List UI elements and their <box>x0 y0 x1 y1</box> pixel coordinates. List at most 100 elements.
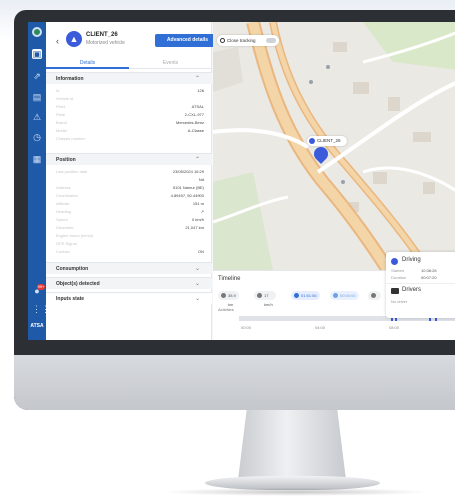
apps-grid-icon[interactable]: ⋮⋮ <box>32 304 50 314</box>
hour-tick: 04:00 <box>315 325 326 330</box>
vehicle-map-label-text: CLIENT_26 <box>317 138 341 143</box>
clock-icon <box>294 293 299 298</box>
drivers-title: Drivers <box>402 287 421 293</box>
detail-row-value: ATSAL <box>191 104 204 109</box>
detail-row-value: 23/05/2024 16:29 <box>172 169 204 174</box>
close-tracking-toggle[interactable]: Close tracking <box>217 35 279 46</box>
detail-row-value: Nd <box>198 177 204 182</box>
chevron-down-icon: ⌄ <box>194 296 200 302</box>
section-position-title: Position <box>56 157 76 163</box>
routes-nav-icon[interactable]: ⇗ <box>32 71 42 81</box>
toggle-switch[interactable] <box>266 38 276 43</box>
detail-row: Brand Mercedes-Benz <box>56 120 204 126</box>
reports-nav-icon[interactable]: ▤ <box>32 92 42 102</box>
section-consumption[interactable]: Consumption ⌄ <box>46 262 212 274</box>
detail-row-value: Mercedes-Benz <box>175 120 204 125</box>
chevron-down-icon: ⌄ <box>194 266 200 272</box>
section-inputs-title: Inputs state <box>56 296 85 302</box>
detail-row-key: Coordinates <box>56 193 78 198</box>
brand-logo: ATSA <box>30 323 44 329</box>
speed-icon <box>257 293 262 298</box>
idle-time-chip[interactable]: 00:00:00 <box>330 291 359 300</box>
panel-tabs: Details Events <box>46 57 212 69</box>
vehicles-nav-icon[interactable]: ▣ <box>32 49 42 59</box>
tab-details[interactable]: Details <box>46 57 129 69</box>
map-view[interactable]: Close tracking CLIENT_26 <box>213 22 455 270</box>
detail-row-key: Engine hours (h/min) <box>56 233 94 238</box>
detail-row-key: Plate <box>56 112 66 117</box>
hour-tick: 08:00 <box>389 325 400 330</box>
history-nav-icon[interactable]: ◷ <box>32 132 42 142</box>
chevron-up-icon: ⌃ <box>194 157 200 163</box>
stop-chip[interactable] <box>368 291 381 300</box>
app-screen: ▣ ⇗ ▤ ⚠ ◷ ▦ ● 99+ ⋮⋮ ATSA ‹ ▲ CLIENT_26 … <box>28 22 455 340</box>
detail-row-value: 4.89497, 50.44900 <box>170 193 204 198</box>
detail-row: Chassis number <box>56 136 204 142</box>
detail-row: Contact ON <box>56 249 204 255</box>
driving-time-chip[interactable]: 01:51:56 <box>291 291 320 300</box>
detail-row: Speed 0 km/h <box>56 217 204 223</box>
detail-row-value: 0 km/h <box>191 217 204 222</box>
divider <box>386 283 455 284</box>
monitor-stand-neck <box>238 410 346 480</box>
detail-row-key: Model <box>56 128 67 133</box>
detail-row: GPS Signal <box>56 241 204 247</box>
notifications-badge: 99+ <box>37 284 45 290</box>
section-consumption-title: Consumption <box>56 266 89 272</box>
detail-row: Heading ↗ <box>56 209 204 215</box>
activities-label: Activities <box>218 307 234 312</box>
section-objects-title: Object(s) detected <box>56 281 100 287</box>
map-canvas <box>213 22 455 270</box>
speed-chip-label: 17 km/h <box>264 293 273 307</box>
detail-row-key: GPS Signal <box>56 241 77 246</box>
no-driver-text: No driver <box>391 299 408 304</box>
detail-row-value: 2-CXL-977 <box>184 112 204 117</box>
detail-row-value: A-Classe <box>187 128 204 133</box>
left-nav: ▣ ⇗ ▤ ⚠ ◷ ▦ ● 99+ ⋮⋮ ATSA <box>28 22 50 340</box>
target-icon <box>220 38 225 43</box>
app-logo-icon[interactable] <box>32 27 42 37</box>
detail-row-key: Vehicle id <box>56 96 74 101</box>
detail-row-key: Id <box>56 88 60 93</box>
stand-shadow <box>160 488 430 496</box>
panel-header: ‹ ▲ CLIENT_26 Motorized vehicle Advanced… <box>46 22 220 56</box>
section-position[interactable]: Position ⌃ <box>46 153 212 165</box>
back-chevron-icon[interactable]: ‹ <box>56 36 59 46</box>
detail-row-value: 21,047 km <box>185 225 204 230</box>
detail-row-key: Contact <box>56 249 70 254</box>
detail-row-value: ON <box>198 249 204 254</box>
detail-row-value: 151 m <box>192 201 204 206</box>
driving-title: Driving <box>402 257 421 263</box>
detail-row: Fleet ATSAL <box>56 104 204 110</box>
driver-card-icon <box>391 288 399 294</box>
detail-row-value: 126 <box>197 88 204 93</box>
idle-time-chip-label: 00:00:00 <box>340 293 356 298</box>
advanced-details-button[interactable]: Advanced details <box>155 34 220 47</box>
driving-card[interactable]: Driving Started 10:38:26 Duration 00:07:… <box>386 252 455 318</box>
detail-row-key: Last position date <box>56 169 88 174</box>
detail-row-key: Address <box>56 185 71 190</box>
driving-icon <box>391 258 398 265</box>
section-information-title: Information <box>56 76 84 82</box>
vehicle-details-panel: ‹ ▲ CLIENT_26 Motorized vehicle Advanced… <box>46 22 220 340</box>
alerts-nav-icon[interactable]: ⚠ <box>32 112 42 122</box>
distance-chip-label: 38.9 km <box>228 293 236 307</box>
documents-nav-icon[interactable]: ▦ <box>32 154 42 164</box>
section-inputs[interactable]: Inputs state ⌄ <box>46 292 212 304</box>
hour-tick: 00:00 <box>241 325 252 330</box>
close-tracking-label: Close tracking <box>227 38 256 43</box>
tab-events[interactable]: Events <box>129 57 212 69</box>
vehicle-map-label[interactable]: CLIENT_26 <box>307 136 347 146</box>
distance-chip[interactable]: 38.9 km <box>218 291 239 307</box>
driving-row-value: 00:07:20 <box>421 275 437 280</box>
detail-row: Engine hours (h/min) <box>56 233 204 239</box>
vehicle-avatar-icon: ▲ <box>66 31 82 47</box>
section-objects[interactable]: Object(s) detected ⌄ <box>46 277 212 289</box>
detail-row: Coordinates 4.89497, 50.44900 <box>56 193 204 199</box>
section-information[interactable]: Information ⌃ <box>46 72 212 84</box>
chevron-up-icon: ⌃ <box>194 76 200 82</box>
detail-row-key: Heading <box>56 209 71 214</box>
pause-icon <box>333 293 338 298</box>
speed-chip[interactable]: 17 km/h <box>254 291 276 307</box>
vehicle-type: Motorized vehicle <box>86 40 125 46</box>
